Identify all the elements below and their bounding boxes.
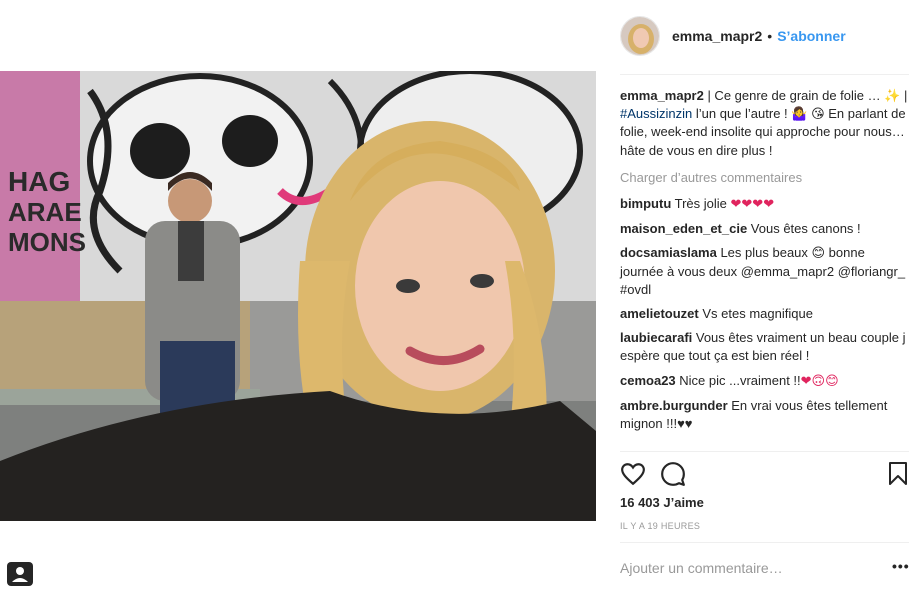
comment-text: Vous êtes canons !	[747, 221, 861, 237]
add-comment-input[interactable]	[620, 558, 870, 578]
heart-icon[interactable]	[620, 461, 648, 489]
comment-username[interactable]: laubiecarafi	[620, 330, 692, 345]
instagram-post-page: HAG ARAE MONS emma_mapr2 • S’abonner emm…	[0, 0, 909, 593]
comment-text: Vs etes magnifique	[698, 306, 813, 322]
avatar-image	[621, 17, 659, 55]
follow-button[interactable]: S’abonner	[777, 28, 845, 44]
comment-username[interactable]: amelietouzet	[620, 306, 699, 321]
caption-username[interactable]: emma_mapr2	[620, 88, 704, 103]
comment-item: maison_eden_et_cie Vous êtes canons !	[620, 220, 909, 238]
header-separator: •	[767, 28, 773, 44]
svg-text:ARAE: ARAE	[8, 197, 82, 227]
post-side-panel: emma_mapr2 • S’abonner emma_mapr2 | Ce g…	[605, 0, 909, 593]
likes-count[interactable]: 16 403 J’aime	[620, 495, 704, 510]
comment-input-divider	[620, 542, 909, 543]
more-options-button[interactable]: •••	[892, 559, 909, 574]
bookmark-glyph	[889, 462, 907, 485]
actions-divider	[620, 451, 909, 452]
header-username[interactable]: emma_mapr2	[672, 28, 762, 44]
comment-username[interactable]: docsamiaslama	[620, 245, 717, 260]
comment-text: Très jolie	[671, 196, 731, 212]
comment-username[interactable]: bimputu	[620, 196, 671, 211]
header-divider	[620, 74, 909, 75]
comment-username[interactable]: cemoa23	[620, 373, 676, 388]
caption-hashtag[interactable]: #Aussizinzin	[620, 106, 692, 121]
user-tag-glyph	[12, 567, 28, 582]
comment-item: cemoa23 Nice pic ...vraiment !!❤🙃😊	[620, 372, 909, 391]
caption-text-before: | Ce genre de grain de folie … ✨ |	[703, 88, 908, 103]
comment-username[interactable]: ambre.burgunder	[620, 398, 728, 413]
comment-glyph	[661, 462, 685, 486]
svg-text:HAG: HAG	[8, 166, 70, 197]
svg-text:MONS: MONS	[8, 227, 86, 257]
heart-glyph	[621, 463, 645, 486]
post-header: emma_mapr2 • S’abonner	[620, 16, 906, 56]
comment-username[interactable]: maison_eden_et_cie	[620, 221, 747, 236]
load-more-comments-link[interactable]: Charger d’autres commentaires	[620, 169, 909, 187]
avatar[interactable]	[620, 16, 660, 56]
bookmark-icon[interactable]	[886, 461, 909, 489]
comment-icon[interactable]	[660, 461, 688, 489]
comment-item: amelietouzet Vs etes magnifique	[620, 305, 909, 323]
post-photo[interactable]: HAG ARAE MONS	[0, 71, 596, 521]
post-photo-illustration: HAG ARAE MONS	[0, 71, 596, 521]
comment-emoji: ❤❤❤❤	[730, 197, 775, 213]
post-actions	[620, 461, 909, 489]
post-timestamp: IL Y A 19 HEURES	[620, 521, 701, 531]
comment-item: docsamiaslama Les plus beaux 😊 bonne jou…	[620, 244, 909, 299]
comment-emoji: ❤🙃😊	[800, 373, 839, 389]
comment-item: laubiecarafi Vous êtes vraiment un beau …	[620, 329, 909, 365]
comment-item: bimputu Très jolie ❤❤❤❤	[620, 195, 909, 214]
user-tag-icon[interactable]	[7, 562, 33, 586]
comment-item: ambre.burgunder En vrai vous êtes tellem…	[620, 397, 909, 433]
caption: emma_mapr2 | Ce genre de grain de folie …	[620, 87, 909, 160]
comments-list: emma_mapr2 | Ce genre de grain de folie …	[620, 87, 909, 439]
comment-text: Nice pic ...vraiment !!	[675, 372, 801, 388]
